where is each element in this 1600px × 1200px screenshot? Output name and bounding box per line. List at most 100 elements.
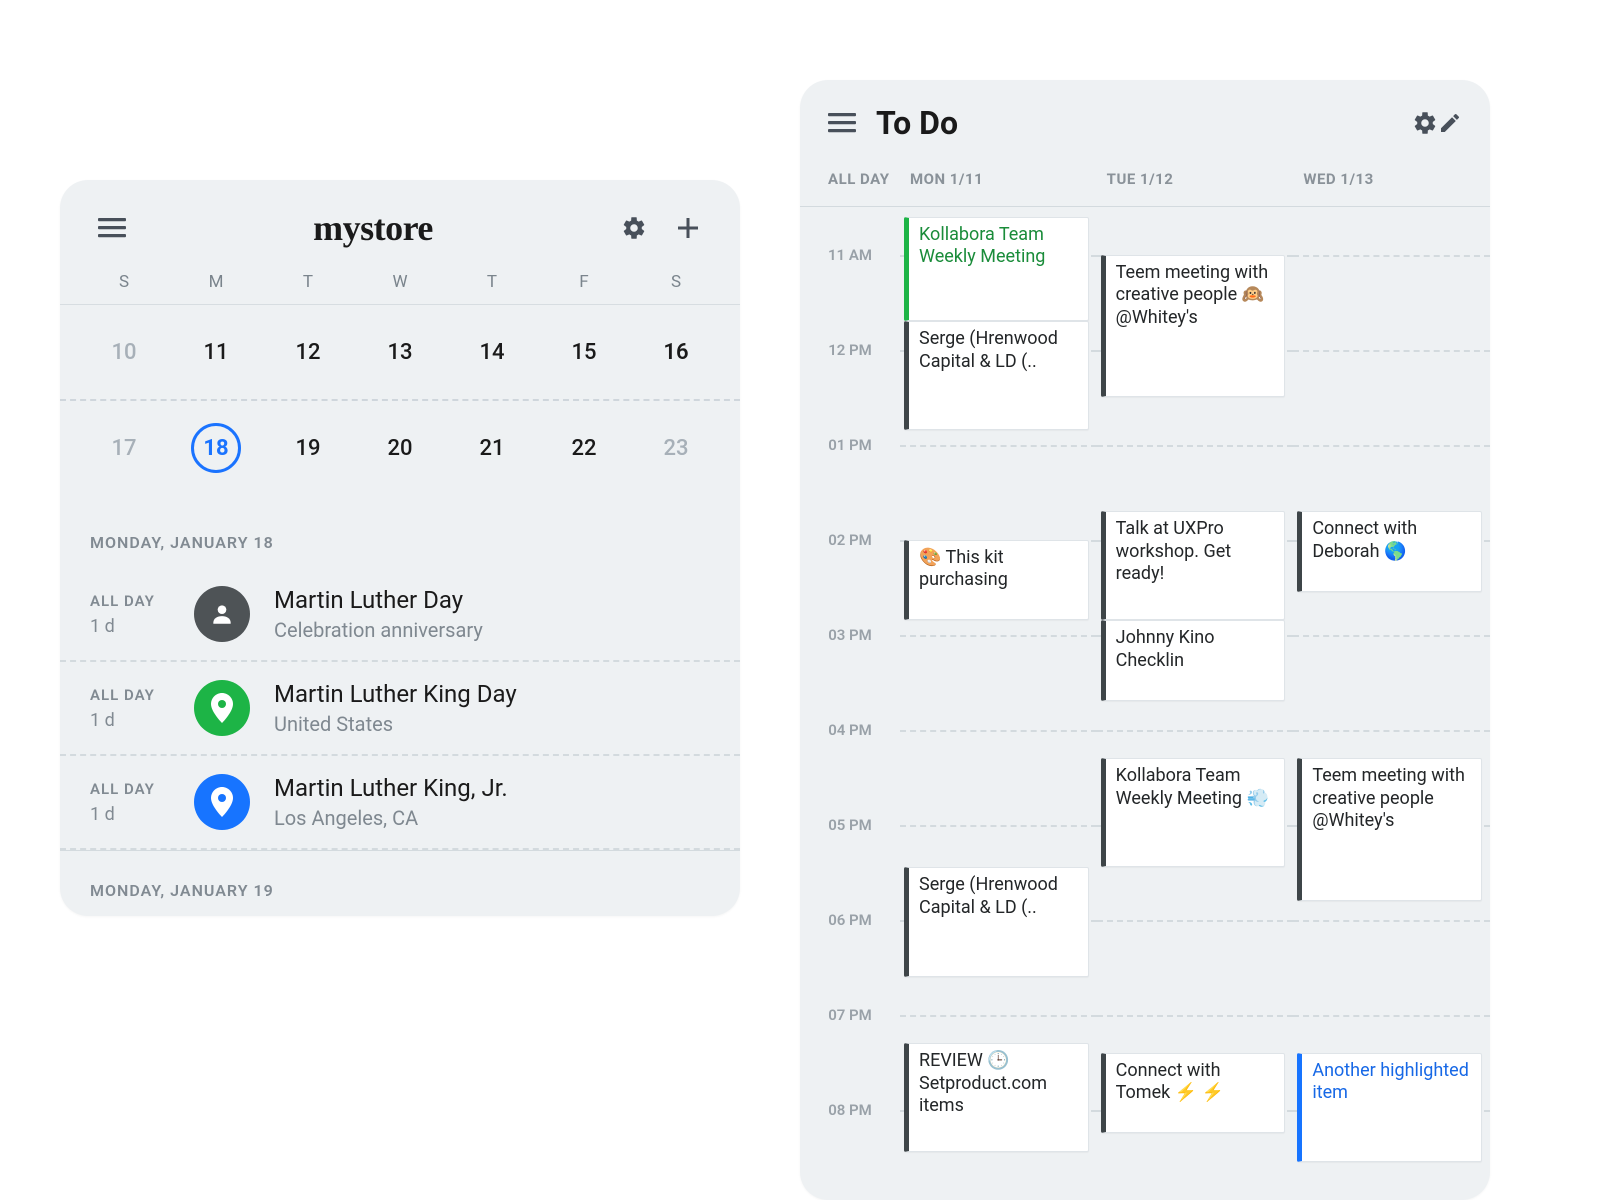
selected-day[interactable]: 18 [191, 423, 241, 473]
pencil-icon [1438, 111, 1462, 135]
agenda-item[interactable]: ALL DAY1 d Martin Luther King DayUnited S… [60, 662, 740, 756]
day-header[interactable]: TUE 1/12 [1097, 170, 1294, 188]
hamburger-icon [828, 113, 856, 133]
agenda-date-heading: MONDAY, JANUARY 18 [60, 503, 740, 568]
day-cell[interactable]: 11 [170, 327, 262, 377]
hour-label: 03 PM [800, 626, 900, 644]
calendar-event[interactable]: REVIEW 🕒 Setproduct.com items [904, 1043, 1089, 1152]
grid-line [1097, 445, 1294, 447]
day-cell[interactable]: 18 [170, 423, 262, 473]
agenda-meta: ALL DAY1 d [90, 686, 170, 731]
agenda-meta: ALL DAY1 d [90, 780, 170, 825]
day-header[interactable]: MON 1/11 [900, 170, 1097, 188]
calendar-card: mystore SMTWTFS 101112131415161718192021… [60, 180, 740, 916]
calendar-event[interactable]: Talk at UXPro workshop. Get ready! [1101, 511, 1286, 620]
calendar-event[interactable]: Serge (Hrenwood Capital & LD (.. [904, 867, 1089, 976]
weekday-label: T [262, 272, 354, 292]
hour-label: 08 PM [800, 1101, 900, 1119]
day-cell[interactable]: 20 [354, 423, 446, 473]
person-icon [194, 586, 250, 642]
edit-button[interactable] [1438, 111, 1462, 135]
hour-label: 05 PM [800, 816, 900, 834]
hour-label: 04 PM [800, 721, 900, 739]
hour-label: 11 AM [800, 246, 900, 264]
day-cell[interactable]: 22 [538, 423, 630, 473]
agenda-list: MONDAY, JANUARY 18 ALL DAY1 d Martin Luthe… [60, 503, 740, 916]
calendar-topbar: mystore [60, 180, 740, 264]
allday-label: ALL DAY [800, 170, 900, 188]
weekday-label: M [170, 272, 262, 292]
hamburger-icon [98, 218, 126, 238]
pin-icon [194, 680, 250, 736]
day-cell[interactable]: 19 [262, 423, 354, 473]
agenda-item[interactable]: ALL DAY1 d Martin Luther King, Jr.Los Ang… [60, 756, 740, 850]
calendar-event[interactable]: Kollabora Team Weekly Meeting [904, 217, 1089, 322]
hours-column: 11 AM12 PM01 PM02 PM03 PM04 PM05 PM06 PM… [800, 207, 900, 1200]
add-button[interactable] [664, 204, 712, 252]
hour-label: 01 PM [800, 436, 900, 454]
grid-line [1293, 730, 1490, 732]
hour-label: 06 PM [800, 911, 900, 929]
agenda-body: Martin Luther DayCelebration anniversary [274, 586, 483, 642]
day-cell[interactable]: 10 [78, 327, 170, 377]
todo-title: To Do [876, 104, 1412, 142]
grid-line [1293, 445, 1490, 447]
day-column: Teem meeting with creative people 🙉 @Whi… [1097, 207, 1294, 1200]
hour-label: 12 PM [800, 341, 900, 359]
grid-line [1293, 1015, 1490, 1017]
agenda-body: Martin Luther King DayUnited States [274, 680, 517, 736]
weekday-label: T [446, 272, 538, 292]
grid-line [1293, 350, 1490, 352]
grid-line [1293, 255, 1490, 257]
agenda-meta: ALL DAY1 d [90, 592, 170, 637]
day-column: Kollabora Team Weekly MeetingSerge (Hren… [900, 207, 1097, 1200]
menu-button[interactable] [828, 113, 856, 133]
calendar-event[interactable]: Connect with Deborah 🌎 [1297, 511, 1482, 592]
calendar-event[interactable]: Connect with Tomek ⚡ ⚡ [1101, 1053, 1286, 1134]
day-header[interactable]: WED 1/13 [1293, 170, 1490, 188]
day-column: Connect with Deborah 🌎 Teem meeting with … [1293, 207, 1490, 1200]
grid-line [1293, 635, 1490, 637]
calendar-event[interactable]: Teem meeting with creative people @White… [1297, 758, 1482, 901]
week-row: 17 18 1920212223 [60, 401, 740, 503]
week-row: 10111213141516 [60, 305, 740, 401]
day-cell[interactable]: 23 [630, 423, 722, 473]
plus-icon [676, 216, 700, 240]
day-cell[interactable]: 15 [538, 327, 630, 377]
grid-line [1293, 920, 1490, 922]
hour-label: 07 PM [800, 1006, 900, 1024]
todo-topbar: To Do [800, 80, 1490, 152]
calendar-event[interactable]: Another highlighted item [1297, 1053, 1482, 1162]
calendar-event[interactable]: Kollabora Team Weekly Meeting 💨 [1101, 758, 1286, 867]
grid-line [900, 1015, 1097, 1017]
day-cell[interactable]: 16 [630, 327, 722, 377]
calendar-event[interactable]: 🎨 This kit purchasing [904, 540, 1089, 621]
grid-line [900, 635, 1097, 637]
day-cell[interactable]: 12 [262, 327, 354, 377]
agenda-item[interactable]: ALL DAY1 d Martin Luther DayCelebration a… [60, 568, 740, 662]
day-cell[interactable]: 21 [446, 423, 538, 473]
grid-line [1097, 730, 1294, 732]
gear-icon [1412, 110, 1438, 136]
weekday-label: W [354, 272, 446, 292]
day-cell[interactable]: 14 [446, 327, 538, 377]
timeline[interactable]: 11 AM12 PM01 PM02 PM03 PM04 PM05 PM06 PM… [800, 207, 1490, 1200]
menu-button[interactable] [88, 204, 136, 252]
grid-line [1097, 1015, 1294, 1017]
date-grid: 10111213141516 17 18 1920212223 [60, 305, 740, 503]
grid-line [900, 445, 1097, 447]
brand-title: mystore [313, 208, 433, 248]
timeline-header: ALL DAY MON 1/11 TUE 1/12 WED 1/13 [800, 152, 1490, 207]
grid-line [900, 825, 1097, 827]
day-cell[interactable]: 13 [354, 327, 446, 377]
day-cell[interactable]: 17 [78, 423, 170, 473]
calendar-event[interactable]: Johnny Kino Checklin [1101, 620, 1286, 701]
grid-line [1097, 920, 1294, 922]
settings-button[interactable] [610, 204, 658, 252]
settings-button[interactable] [1412, 110, 1438, 136]
agenda-body: Martin Luther King, Jr.Los Angeles, CA [274, 774, 508, 830]
weekday-label: S [630, 272, 722, 292]
calendar-event[interactable]: Serge (Hrenwood Capital & LD (.. [904, 321, 1089, 430]
calendar-event[interactable]: Teem meeting with creative people 🙉 @Whi… [1101, 255, 1286, 398]
weekday-label: F [538, 272, 630, 292]
